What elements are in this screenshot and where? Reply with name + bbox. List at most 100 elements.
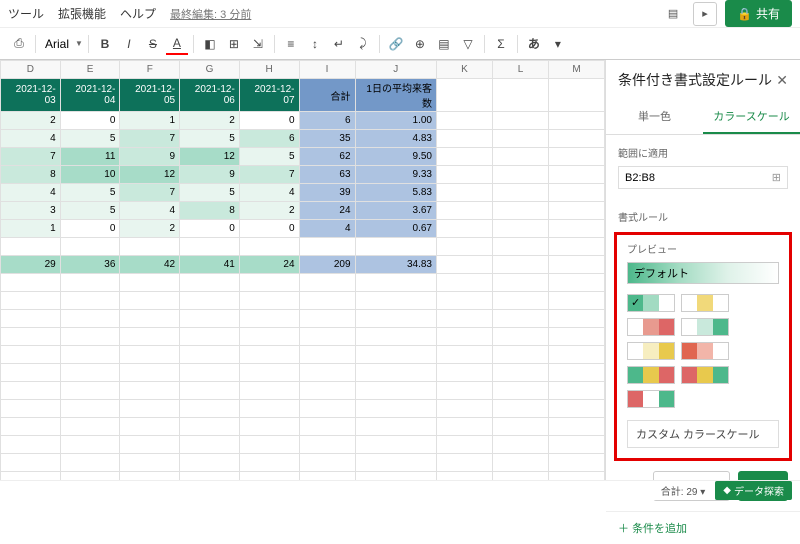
sum-header[interactable]: 1日の平均来客数 [355,79,436,112]
cell[interactable]: 0 [239,220,299,238]
cell[interactable]: 24 [299,202,355,220]
cell[interactable] [548,346,604,364]
date-header[interactable]: 2021-12-05 [120,79,180,112]
cell[interactable]: 35 [299,130,355,148]
cell[interactable] [548,256,604,274]
chart-icon[interactable]: ▤ [433,33,455,55]
cell[interactable] [239,274,299,292]
cell[interactable] [180,472,240,481]
cell[interactable] [299,238,355,256]
cell[interactable]: 4 [1,130,61,148]
italic-icon[interactable]: I [118,33,140,55]
cell[interactable]: 0 [60,220,120,238]
fill-color-icon[interactable]: ◧ [199,33,221,55]
cell[interactable] [239,382,299,400]
col-header[interactable]: M [548,61,604,79]
cell[interactable] [120,310,180,328]
cell[interactable] [239,436,299,454]
cell[interactable] [355,346,436,364]
data-explore-button[interactable]: ◆ データ探索 [715,481,792,500]
cell[interactable] [548,166,604,184]
cell[interactable] [239,328,299,346]
cell[interactable] [120,328,180,346]
cell[interactable] [299,328,355,346]
cell[interactable]: 4 [239,184,299,202]
cell[interactable] [548,400,604,418]
cell[interactable] [548,130,604,148]
cell[interactable] [1,454,61,472]
cell[interactable] [492,364,548,382]
col-header[interactable]: E [60,61,120,79]
cell[interactable] [180,382,240,400]
cell[interactable] [436,184,492,202]
cell[interactable] [180,328,240,346]
cell[interactable]: 7 [120,184,180,202]
cell[interactable] [492,418,548,436]
cell[interactable] [60,346,120,364]
cell[interactable]: 12 [120,166,180,184]
cell[interactable] [120,436,180,454]
cell[interactable] [492,310,548,328]
col-header[interactable]: G [180,61,240,79]
cell[interactable] [492,148,548,166]
cell[interactable] [436,436,492,454]
cell[interactable] [436,382,492,400]
menu-extensions[interactable]: 拡張機能 [58,5,106,22]
cell[interactable] [492,472,548,481]
cell[interactable] [492,382,548,400]
total-cell[interactable]: 34.83 [355,256,436,274]
cell[interactable] [239,454,299,472]
cell[interactable] [492,238,548,256]
cell[interactable] [1,292,61,310]
cell[interactable] [436,328,492,346]
total-cell[interactable]: 209 [299,256,355,274]
cell[interactable]: 4.83 [355,130,436,148]
cell[interactable] [120,400,180,418]
cell[interactable] [239,364,299,382]
cell[interactable] [1,274,61,292]
cell[interactable]: 2 [239,202,299,220]
cell[interactable] [180,346,240,364]
cell[interactable] [299,346,355,364]
cell[interactable]: 5 [60,130,120,148]
cell[interactable] [239,400,299,418]
col-header[interactable]: K [436,61,492,79]
functions-icon[interactable]: Σ [490,33,512,55]
cell[interactable]: 8 [1,166,61,184]
rotate-icon[interactable]: ⤸ [352,33,374,55]
cell[interactable]: 5.83 [355,184,436,202]
cell[interactable] [548,310,604,328]
merge-icon[interactable]: ⇲ [247,33,269,55]
date-header[interactable]: 2021-12-06 [180,79,240,112]
menu-tools[interactable]: ツール [8,5,44,22]
cell[interactable] [436,346,492,364]
cell[interactable]: 5 [60,202,120,220]
cell[interactable] [60,328,120,346]
cell[interactable] [548,112,604,130]
ime-icon[interactable]: あ [523,33,545,55]
scale-option-7[interactable] [681,366,729,384]
col-header[interactable]: F [120,61,180,79]
cell[interactable] [548,238,604,256]
cell[interactable] [299,472,355,481]
cell[interactable] [355,292,436,310]
date-header[interactable]: 2021-12-03 [1,79,61,112]
total-cell[interactable]: 41 [180,256,240,274]
cell[interactable] [355,382,436,400]
strike-icon[interactable]: S [142,33,164,55]
tab-color-scale[interactable]: カラースケール [703,100,800,134]
cell[interactable] [548,454,604,472]
cell[interactable] [1,364,61,382]
cell[interactable]: 4 [299,220,355,238]
cell[interactable] [299,400,355,418]
cell[interactable] [60,382,120,400]
cell[interactable] [548,184,604,202]
add-rule-button[interactable]: ＋ 条件を追加 [606,511,800,544]
cell[interactable]: 2 [1,112,61,130]
cell[interactable]: 5 [60,184,120,202]
cell[interactable] [436,364,492,382]
cell[interactable] [492,112,548,130]
preview-gradient[interactable]: デフォルト [627,262,779,284]
cell[interactable] [492,454,548,472]
cell[interactable]: 5 [180,184,240,202]
